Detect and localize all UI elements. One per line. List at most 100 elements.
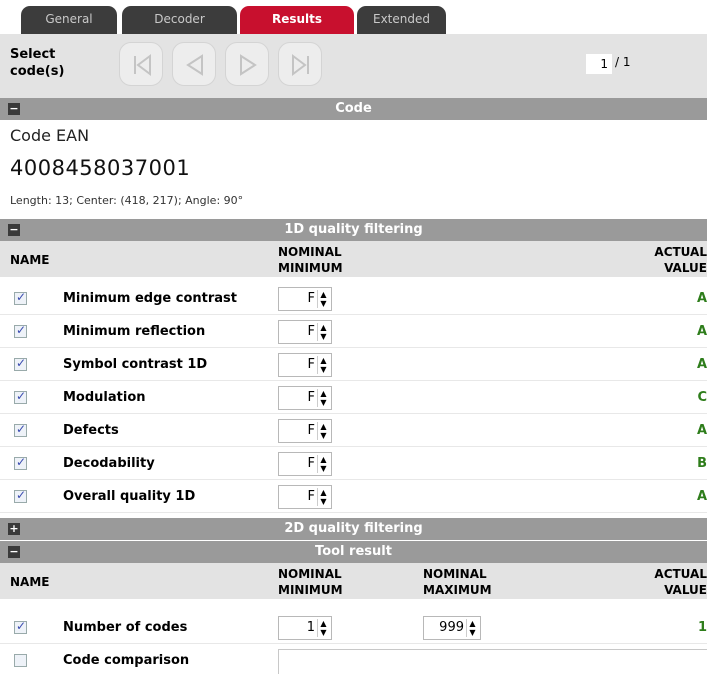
actual-value: A [696,291,707,306]
nominal-minimum-spinner[interactable]: F ▲ ▼ [278,320,332,344]
spinner-arrows[interactable]: ▲ ▼ [317,323,329,341]
code-selection-toolbar: Select code(s) / 1 [0,34,707,98]
row-name: Decodability [63,456,155,471]
column-name: NAME [10,575,50,589]
code-value: 4008458037001 [10,156,191,180]
actual-value: 1 [697,620,707,635]
expand-icon[interactable]: + [8,523,20,535]
spinner-arrows[interactable]: ▲ ▼ [317,389,329,407]
table-row: Modulation F ▲▼ C [0,381,707,414]
actual-value: A [696,423,707,438]
filter-checkbox[interactable] [14,654,27,667]
row-name: Overall quality 1D [63,489,196,504]
spinner-arrows[interactable]: ▲ ▼ [317,619,329,637]
table-row: Symbol contrast 1D F ▲▼ A [0,348,707,381]
select-codes-label: Select code(s) [10,47,65,79]
nominal-maximum-spinner[interactable]: 999 ▲ ▼ [423,616,481,640]
actual-value: A [696,489,707,504]
filter-checkbox[interactable] [14,290,27,305]
arrow-up-icon[interactable]: ▲ [318,619,329,628]
arrow-down-icon[interactable]: ▼ [318,628,329,637]
row-name: Modulation [63,390,146,405]
filter-checkbox[interactable] [14,455,27,470]
filter-checkbox[interactable] [14,422,27,437]
spinner-arrows[interactable]: ▲ ▼ [317,356,329,374]
column-nominal-minimum: NOMINAL MINIMUM [278,567,343,597]
spinner-arrows[interactable]: ▲ ▼ [317,488,329,506]
tab-general[interactable]: General [21,6,117,34]
code-type: Code EAN [10,126,90,145]
tool-result-title: Tool result [315,544,392,559]
spinner-arrows[interactable]: ▲ ▼ [317,455,329,473]
arrow-down-icon[interactable]: ▼ [318,299,329,308]
nominal-minimum-spinner[interactable]: F ▲ ▼ [278,419,332,443]
tab-bar: General Decoder Results Extended [0,0,707,34]
column-nominal-minimum: NOMINAL MINIMUM [278,245,343,275]
table-row: Defects F ▲▼ A [0,414,707,447]
arrow-up-icon[interactable]: ▲ [318,290,329,299]
table-row: Minimum edge contrast F ▲▼ A [0,282,707,315]
table-row: Decodability F ▲▼ B [0,447,707,480]
nominal-minimum-spinner[interactable]: F ▲ ▼ [278,287,332,311]
tab-results[interactable]: Results [240,6,354,34]
arrow-up-icon[interactable]: ▲ [467,619,478,628]
actual-value: C [697,390,707,405]
row-name: Minimum edge contrast [63,291,237,306]
actual-value: A [696,324,707,339]
filter-checkbox[interactable] [14,619,27,634]
column-nominal-maximum: NOMINAL MAXIMUM [423,567,492,597]
nominal-minimum-spinner[interactable]: 1 ▲ ▼ [278,616,332,640]
spinner-arrows[interactable]: ▲ ▼ [317,422,329,440]
tool-result-table-header: NAME NOMINAL MINIMUM NOMINAL MAXIMUM ACT… [0,563,707,599]
arrow-up-icon[interactable]: ▲ [318,455,329,464]
tab-extended[interactable]: Extended [357,6,446,34]
filter-checkbox[interactable] [14,488,27,503]
last-code-button[interactable] [278,42,322,86]
next-code-button[interactable] [225,42,269,86]
filter-checkbox[interactable] [14,356,27,371]
spinner-value: F [307,357,315,372]
filter-checkbox[interactable] [14,323,27,338]
arrow-down-icon[interactable]: ▼ [318,365,329,374]
spinner-arrows[interactable]: ▲ ▼ [317,290,329,308]
arrow-down-icon[interactable]: ▼ [318,431,329,440]
column-name: NAME [10,253,50,267]
spinner-value: F [307,324,315,339]
arrow-right-icon [240,54,257,76]
filter-checkbox[interactable] [14,389,27,404]
tab-decoder[interactable]: Decoder [122,6,237,34]
arrow-up-icon[interactable]: ▲ [318,422,329,431]
page-total: / 1 [615,55,631,69]
arrow-up-icon[interactable]: ▲ [318,356,329,365]
row-name: Defects [63,423,119,438]
nominal-minimum-spinner[interactable]: F ▲ ▼ [278,485,332,509]
column-actual-value: ACTUAL VALUE [654,245,707,275]
arrow-down-icon[interactable]: ▼ [467,628,478,637]
table-row: Code comparison [0,644,707,674]
collapse-icon[interactable]: − [8,546,20,558]
nominal-minimum-spinner[interactable]: F ▲ ▼ [278,452,332,476]
collapse-icon[interactable]: − [8,224,20,236]
arrow-up-icon[interactable]: ▲ [318,323,329,332]
arrow-up-icon[interactable]: ▲ [318,389,329,398]
nominal-minimum-spinner[interactable]: F ▲ ▼ [278,386,332,410]
arrow-down-icon[interactable]: ▼ [318,398,329,407]
arrow-left-icon [186,54,203,76]
page-number-input[interactable] [586,54,612,74]
arrow-down-icon[interactable]: ▼ [318,464,329,473]
quality-2d-header: + 2D quality filtering [0,518,707,540]
spinner-arrows[interactable]: ▲ ▼ [466,619,478,637]
collapse-icon[interactable]: − [8,103,20,115]
quality-1d-table-header: NAME NOMINAL MINIMUM ACTUAL VALUE [0,241,707,277]
spinner-value: 1 [306,620,315,635]
nominal-minimum-spinner[interactable]: F ▲ ▼ [278,353,332,377]
first-code-button[interactable] [119,42,163,86]
spinner-value: F [307,291,315,306]
arrow-down-icon[interactable]: ▼ [318,332,329,341]
arrow-up-icon[interactable]: ▲ [318,488,329,497]
previous-code-button[interactable] [172,42,216,86]
arrow-down-icon[interactable]: ▼ [318,497,329,506]
actual-value: B [697,456,707,471]
row-name: Number of codes [63,620,188,635]
code-comparison-field[interactable] [278,649,707,674]
